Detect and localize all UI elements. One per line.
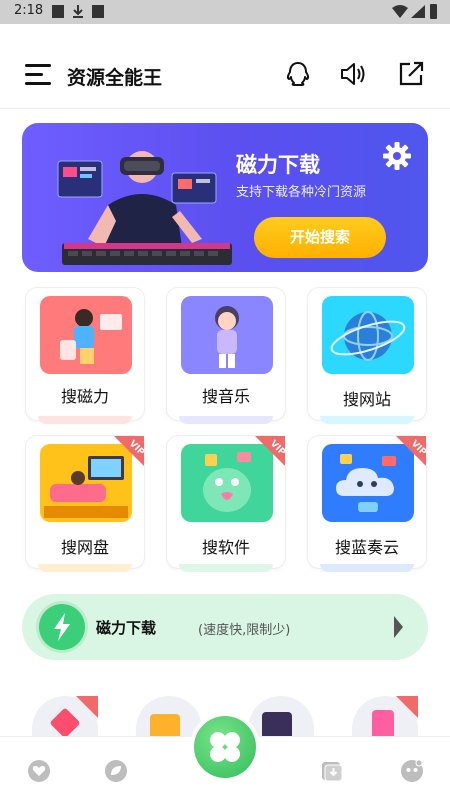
promo-banner[interactable]: 磁力下载 支持下载各种冷门资源 开始搜索	[22, 123, 428, 272]
magnet-bar-title: 磁力下载	[96, 619, 157, 637]
vip-badge-icon: VIP	[114, 436, 144, 466]
tile-search-music[interactable]: 搜音乐	[166, 287, 286, 421]
vip-badge-icon	[76, 696, 98, 718]
tile-search-netdisk[interactable]: 搜网盘 VIP	[25, 435, 145, 569]
vip-badge-icon	[396, 696, 418, 718]
tile-search-magnet[interactable]: 搜磁力	[25, 287, 145, 421]
gear-icon[interactable]	[382, 141, 412, 171]
notification-icon	[52, 5, 64, 18]
lightning-icon	[39, 604, 85, 650]
heart-icon[interactable]	[27, 759, 51, 783]
qq-icon[interactable]	[284, 60, 312, 88]
vip-badge-icon: VIP	[396, 436, 426, 466]
website-illustration	[322, 296, 414, 374]
menu-icon[interactable]	[25, 64, 51, 86]
music-illustration	[181, 296, 273, 374]
arrow-right-icon	[394, 616, 403, 638]
magnet-download-bar[interactable]: 磁力下载 (速度快,限制少)	[22, 594, 428, 660]
battery-icon	[430, 4, 437, 19]
app-title: 资源全能王	[67, 67, 163, 89]
tile-shadow	[179, 564, 273, 572]
clover-home-button[interactable]	[194, 716, 256, 778]
tile-search-software[interactable]: 搜软件 VIP	[166, 435, 286, 569]
tile-shadow	[38, 564, 132, 572]
start-search-button[interactable]: 开始搜索	[254, 217, 386, 258]
status-bar: 2:18	[0, 0, 450, 24]
download-icon	[73, 5, 83, 18]
tile-label: 搜网站	[342, 390, 391, 409]
vr-user-illustration	[57, 151, 232, 265]
banner-subtitle: 支持下载各种冷门资源	[236, 185, 367, 200]
tile-search-lanzou[interactable]: 搜蓝奏云 VIP	[307, 435, 427, 569]
profile-icon[interactable]	[400, 759, 424, 783]
vip-badge-icon: VIP	[255, 436, 285, 466]
speaker-icon[interactable]	[339, 60, 367, 88]
tile-shadow	[38, 416, 132, 424]
tile-label: 搜音乐	[201, 387, 250, 406]
leaf-icon[interactable]	[104, 759, 128, 783]
download-folder-icon[interactable]	[320, 759, 344, 783]
tile-label: 搜蓝奏云	[334, 538, 399, 557]
tile-label: 搜网盘	[60, 538, 109, 557]
share-icon[interactable]	[397, 60, 425, 88]
tile-search-website[interactable]: 搜网站	[307, 287, 427, 421]
header-divider	[0, 108, 450, 109]
app-notification-icon	[92, 5, 104, 18]
tile-label: 搜软件	[201, 538, 250, 557]
signal-icon	[411, 5, 425, 18]
magnet-illustration	[40, 296, 132, 374]
banner-title: 磁力下载	[236, 153, 320, 177]
tile-shadow	[320, 416, 414, 424]
wifi-icon	[392, 5, 408, 18]
tile-shadow	[179, 416, 273, 424]
status-time: 2:18	[14, 3, 44, 18]
tile-shadow	[320, 564, 414, 572]
magnet-bar-subtitle: (速度快,限制少)	[198, 623, 291, 638]
tile-label: 搜磁力	[60, 387, 109, 406]
clover-icon	[210, 732, 240, 762]
